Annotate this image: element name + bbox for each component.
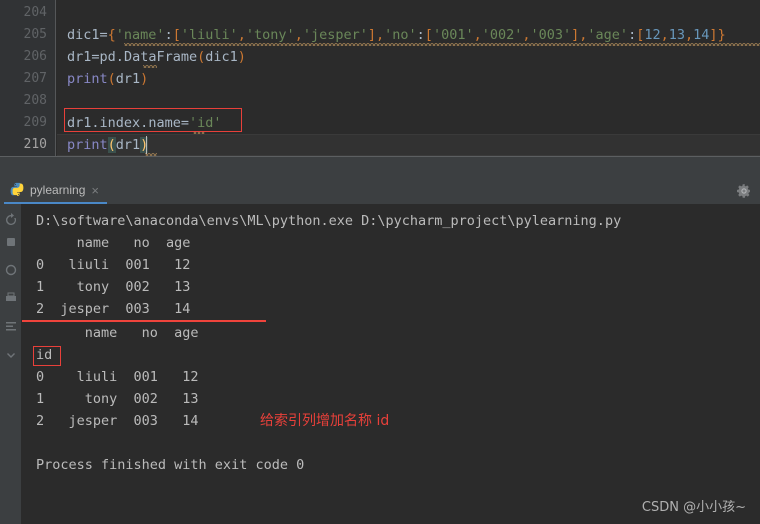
console-exit-message: Process finished with exit code 0	[36, 457, 305, 473]
tab-pylearning[interactable]: pylearning ×	[4, 178, 107, 204]
token-dataframe-call: DataFrame	[123, 49, 198, 65]
df2-row-1: 1 tony 002 13	[36, 391, 199, 407]
token-paren-close-210: )	[140, 137, 149, 153]
text-caret	[146, 136, 147, 154]
token-value-14: 14	[693, 27, 710, 43]
console-command-line: D:\software\anaconda\envs\ML\python.exe …	[36, 213, 622, 229]
token-dr1-209: dr1	[67, 115, 92, 131]
token-colon-1: :	[164, 27, 173, 43]
tab-pylearning-label: pylearning	[30, 183, 86, 197]
token-equals-206: =	[91, 49, 100, 65]
print-icon[interactable]	[4, 290, 18, 304]
close-icon[interactable]: ×	[91, 184, 99, 197]
line-number-206: 206	[23, 49, 47, 64]
line-number-208: 208	[23, 93, 47, 108]
line-number-210: 210	[23, 137, 47, 152]
trace-icon[interactable]	[4, 262, 18, 276]
console-panel: D:\software\anaconda\envs\ML\python.exe …	[0, 204, 760, 524]
token-colon-2: :	[416, 27, 425, 43]
console-side-toolbar[interactable]	[0, 204, 22, 524]
code-text-area[interactable]: dic1={'name':['liuli','tony','jesper'],'…	[57, 0, 760, 156]
token-comma-2: ,	[294, 27, 303, 43]
line-number-209: 209	[23, 115, 47, 130]
token-arg-dr1-207: dr1	[115, 71, 141, 87]
token-comma-5: ,	[522, 27, 531, 43]
current-line-highlight	[57, 134, 760, 156]
token-paren-close-207: )	[140, 71, 149, 87]
token-arg-dic1: dic1	[205, 49, 238, 65]
token-value-002: '002'	[481, 27, 523, 43]
df2-row-2: 2 jesper 003 14	[36, 413, 199, 429]
token-name-attr: name	[148, 115, 181, 131]
scroll-to-end-icon[interactable]	[4, 346, 18, 360]
token-close-brace: }	[717, 27, 726, 43]
line-number-205: 205	[23, 27, 47, 42]
token-print-207: print	[67, 71, 108, 87]
token-value-jesper: 'jesper'	[302, 27, 368, 43]
token-list2-open: [	[424, 27, 433, 43]
token-value-liuli: 'liuli'	[180, 27, 238, 43]
soft-wrap-icon[interactable]	[4, 318, 18, 332]
inspection-squiggle-line-209	[193, 131, 205, 134]
code-line-204[interactable]	[57, 2, 67, 24]
df1-row-0: 0 liuli 001 12	[36, 257, 191, 273]
token-value-id: 'id'	[188, 115, 222, 131]
df2-row-0: 0 liuli 001 12	[36, 369, 199, 385]
df1-header-row: name no age	[36, 235, 191, 251]
stop-icon[interactable]	[4, 234, 18, 248]
watermark-text: CSDN @小小孩~	[641, 500, 746, 515]
token-list1-close: ]	[367, 27, 376, 43]
token-value-003: '003'	[530, 27, 572, 43]
python-icon	[10, 181, 24, 200]
token-key-name: 'name'	[115, 27, 165, 43]
df1-row-1: 1 tony 002 13	[36, 279, 191, 295]
df1-row-2: 2 jesper 003 14	[36, 301, 191, 317]
gear-icon[interactable]	[736, 183, 752, 199]
rerun-icon[interactable]	[4, 212, 18, 226]
token-comma-4: ,	[473, 27, 482, 43]
token-key-no: 'no'	[384, 27, 417, 43]
token-comma-7: ,	[660, 27, 669, 43]
editor-console-splitter[interactable]	[0, 156, 760, 178]
token-print-210: print	[67, 137, 108, 153]
token-arg-dr1-210: dr1	[115, 137, 141, 153]
token-value-12: 12	[644, 27, 661, 43]
token-pd: pd	[99, 49, 116, 65]
token-paren-open-207: (	[107, 71, 116, 87]
code-line-208[interactable]	[57, 90, 67, 112]
token-open-brace: {	[107, 27, 116, 43]
line-number-204: 204	[23, 5, 47, 20]
token-comma-3: ,	[376, 27, 385, 43]
df2-header-row: name no age	[36, 325, 199, 341]
run-tool-tabbar: pylearning ×	[0, 178, 760, 204]
token-colon-3: :	[628, 27, 637, 43]
token-value-tony: 'tony'	[245, 27, 295, 43]
line-number-207: 207	[23, 71, 47, 86]
token-dot1-209: .	[91, 115, 100, 131]
token-index-attr: index	[99, 115, 141, 131]
df2-index-name: id	[36, 347, 53, 363]
token-paren-close-206: )	[237, 49, 246, 65]
token-value-13: 13	[668, 27, 686, 43]
token-paren-open-206: (	[197, 49, 206, 65]
token-dr1-206: dr1	[67, 49, 92, 65]
code-line-207[interactable]: print(dr1)	[57, 68, 148, 90]
editor-line-number-gutter[interactable]: 204 205 206 207 208 209 210	[0, 0, 56, 156]
token-dot-206: .	[115, 49, 124, 65]
token-comma-1: ,	[237, 27, 246, 43]
token-dic1: dic1	[67, 27, 100, 43]
token-value-001: '001'	[432, 27, 474, 43]
token-comma-8: ,	[685, 27, 694, 43]
console-output-text[interactable]: D:\software\anaconda\envs\ML\python.exe …	[22, 204, 760, 524]
code-line-210[interactable]: print(dr1)	[57, 134, 149, 156]
token-list1-open: [	[172, 27, 181, 43]
token-paren-open-210: (	[107, 137, 116, 153]
token-equals: =	[99, 27, 108, 43]
token-key-age: 'age'	[587, 27, 629, 43]
run-tool-window: pylearning × D:\software\anaconda\envs\M…	[0, 178, 760, 524]
token-equals-209: =	[180, 115, 189, 131]
annotation-note: 给索引列增加名称 id	[260, 413, 390, 429]
token-list3-close: ]	[709, 27, 718, 43]
code-editor[interactable]: 204 205 206 207 208 209 210 dic1={'name'…	[0, 0, 760, 156]
